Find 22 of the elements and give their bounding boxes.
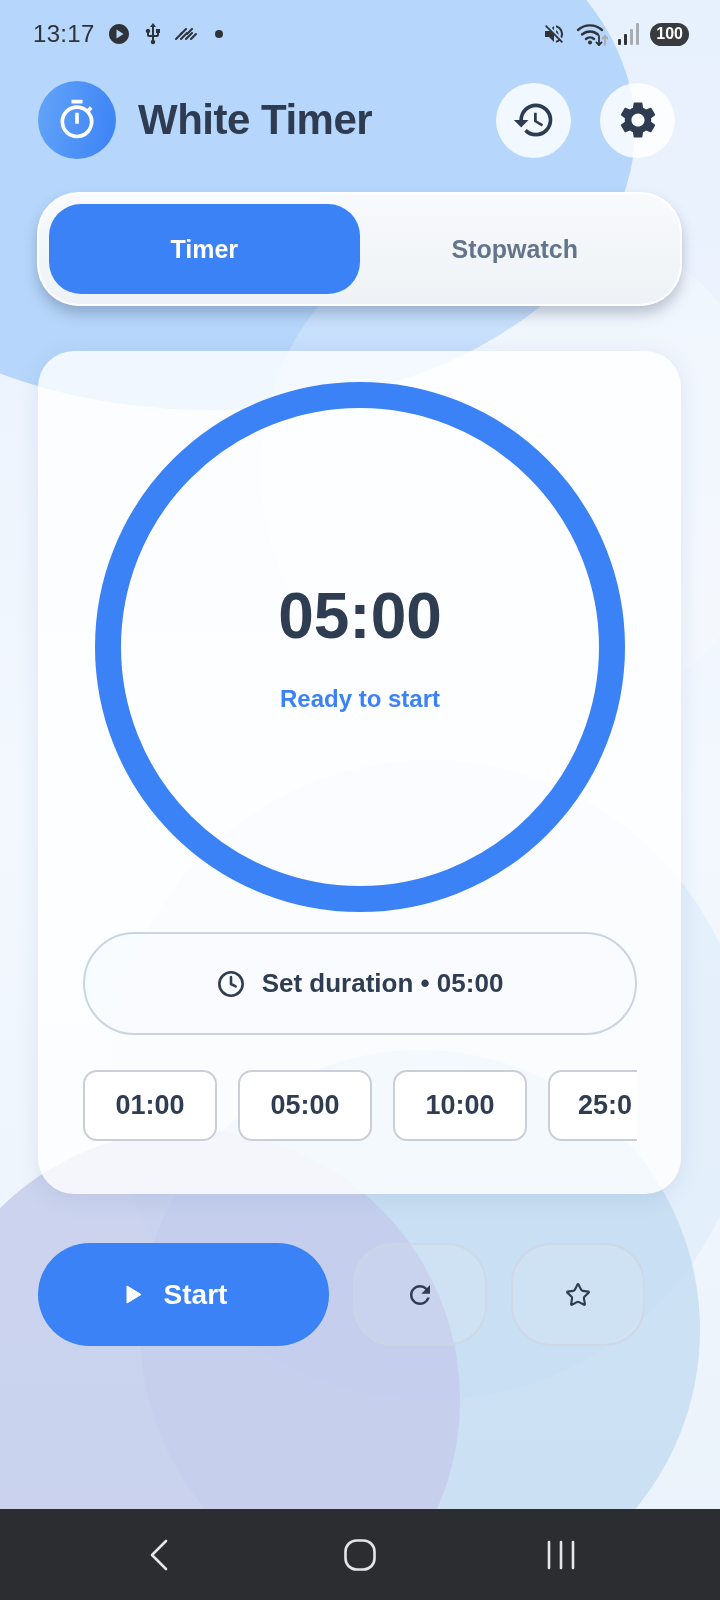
- timer-readout: 05:00: [278, 583, 442, 648]
- wifi-icon: [576, 22, 609, 46]
- star-icon: [565, 1281, 591, 1308]
- preset-button[interactable]: 25:0: [548, 1070, 637, 1141]
- set-duration-button[interactable]: Set duration • 05:00: [83, 932, 637, 1035]
- app-title: White Timer: [138, 96, 373, 144]
- mode-tab[interactable]: Stopwatch: [359, 204, 670, 294]
- dot-icon: [214, 30, 223, 38]
- back-icon[interactable]: [148, 1538, 169, 1571]
- recent-apps-icon[interactable]: [546, 1539, 575, 1570]
- start-button[interactable]: Start: [38, 1243, 329, 1346]
- home-icon[interactable]: [343, 1538, 376, 1571]
- preset-button[interactable]: 10:00: [393, 1070, 527, 1141]
- mode-tab[interactable]: Timer: [49, 204, 360, 294]
- status-time: 13:17: [33, 20, 95, 48]
- stripes-icon: [174, 28, 197, 40]
- play-icon: [125, 1285, 142, 1304]
- preset-button[interactable]: 01:00: [83, 1070, 217, 1141]
- clock-icon: [216, 969, 245, 998]
- timer-status: Ready to start: [279, 686, 440, 711]
- signal-icon: [618, 23, 641, 45]
- preset-button[interactable]: 05:00: [238, 1070, 372, 1141]
